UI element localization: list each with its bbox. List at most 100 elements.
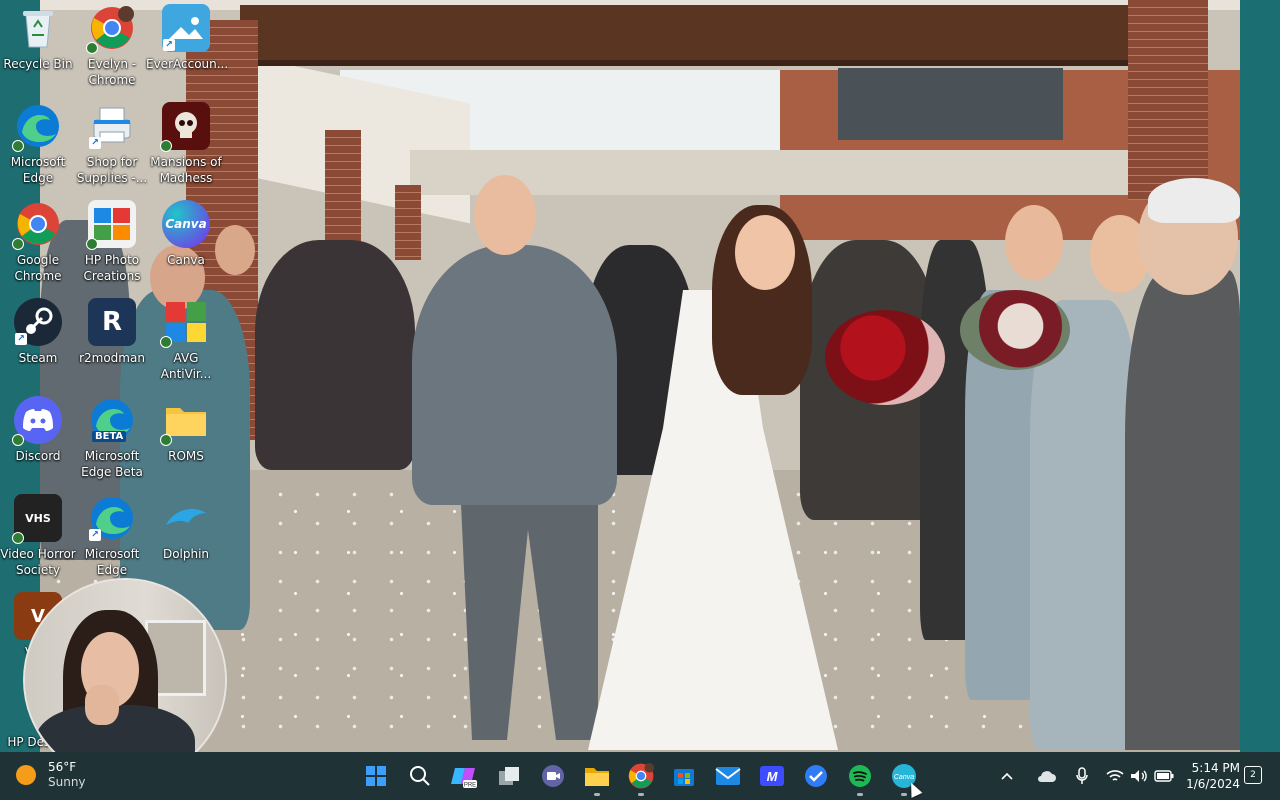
wallpaper-hair	[1148, 178, 1240, 223]
vhs-icon: VHS	[12, 494, 62, 544]
wallpaper-guest	[1125, 270, 1240, 750]
wallpaper-bouquet	[960, 290, 1070, 370]
meet-button[interactable]	[537, 760, 569, 792]
sync-status-icon	[12, 532, 24, 544]
clock[interactable]: 5:14 PM 1/6/2024	[1180, 760, 1240, 792]
battery-tray[interactable]	[1154, 752, 1174, 800]
checkmark-icon	[805, 765, 827, 787]
wallpaper-groom-jacket	[412, 245, 617, 505]
desktop-icon-roms-folder[interactable]: ROMS	[146, 396, 226, 464]
webcam-hand	[85, 685, 119, 725]
weather-temperature: 56°F	[48, 760, 77, 774]
desktop-icon-microsoft-edge-2[interactable]: ↗ Microsoft Edge	[72, 494, 152, 578]
weather-widget[interactable]: 56°F Sunny	[16, 760, 86, 790]
file-explorer-button[interactable]	[581, 760, 613, 796]
microphone-tray[interactable]	[1076, 752, 1088, 800]
running-indicator	[901, 793, 907, 796]
desktop-icon-microsoft-edge[interactable]: Microsoft Edge	[0, 102, 78, 186]
canva-icon: Canva	[162, 200, 210, 248]
copilot-button[interactable]: PRE	[448, 760, 480, 792]
dolphin-icon	[162, 494, 210, 542]
beta-badge: BETA	[92, 431, 127, 442]
shortcut-arrow-icon: ↗	[89, 137, 101, 149]
volume-icon	[1131, 770, 1147, 782]
avg-icon	[160, 298, 210, 348]
task-view-button[interactable]	[493, 760, 525, 792]
r2modman-icon: R	[88, 298, 136, 346]
sync-status-icon	[12, 238, 24, 250]
running-indicator	[857, 793, 863, 796]
running-indicator	[594, 793, 600, 796]
discord-icon	[12, 396, 62, 446]
sync-status-icon	[160, 434, 172, 446]
spotify-icon	[849, 765, 871, 787]
chrome-button[interactable]	[625, 760, 657, 796]
photo-icon	[86, 200, 136, 250]
chrome-icon	[628, 763, 654, 789]
desktop-icon-canva[interactable]: Canva Canva	[146, 200, 226, 268]
onedrive-tray[interactable]	[1036, 752, 1056, 800]
svg-text:Canva: Canva	[894, 774, 914, 781]
task-view-icon	[499, 767, 519, 785]
wifi-tray[interactable]	[1106, 752, 1124, 800]
sync-status-icon	[12, 434, 24, 446]
sun-icon	[16, 765, 36, 785]
folder-icon	[160, 396, 210, 446]
desktop-icon-evelyn-chrome[interactable]: Evelyn - Chrome	[72, 4, 152, 88]
steam-icon: ↗	[14, 298, 62, 346]
tray-overflow-chevron[interactable]	[1000, 752, 1014, 800]
spotify-button[interactable]	[844, 760, 876, 796]
chrome-icon	[12, 200, 62, 250]
desktop-icon-shop-for-supplies[interactable]: ↗ Shop for Supplies -...	[72, 102, 152, 186]
desktop-icon-r2modman[interactable]: R r2modman	[72, 298, 152, 366]
start-button[interactable]	[360, 760, 392, 792]
ms-app-button[interactable]: M	[756, 760, 788, 792]
search-icon	[410, 766, 430, 786]
windows-icon	[366, 766, 386, 786]
weather-condition: Sunny	[48, 775, 86, 789]
desktop-icon-video-horror-society[interactable]: VHS Video Horror Society	[0, 494, 78, 578]
sync-status-icon	[12, 140, 24, 152]
desktop-icon-hp-photo-creations[interactable]: HP Photo Creations	[72, 200, 152, 284]
desktop-icon-microsoft-edge-beta[interactable]: BETA Microsoft Edge Beta	[72, 396, 152, 480]
search-button[interactable]	[404, 760, 436, 792]
wallpaper-bouquet	[825, 310, 945, 405]
printer-icon: ↗	[88, 102, 136, 150]
desktop-icon-everaccount[interactable]: ↗ EverAccoun...	[146, 4, 228, 72]
svg-text:M: M	[767, 769, 779, 784]
wallpaper-crowd	[255, 240, 415, 470]
shortcut-arrow-icon: ↗	[15, 333, 27, 345]
wallpaper-window	[838, 68, 1063, 140]
chrome-icon	[86, 4, 136, 54]
desktop-icon-dolphin[interactable]: Dolphin	[146, 494, 226, 562]
chevron-up-icon	[1001, 772, 1013, 780]
everaccount-icon: ↗	[162, 4, 210, 52]
sync-status-icon	[86, 238, 98, 250]
desktop-icon-discord[interactable]: Discord	[0, 396, 78, 464]
store-icon	[674, 769, 694, 786]
desktop-icon-avg-antivirus[interactable]: AVG AntiVir...	[146, 298, 226, 382]
desktop-background-right	[1240, 0, 1280, 752]
desktop-icon-recycle-bin[interactable]: Recycle Bin	[0, 4, 78, 72]
edge-icon: ↗	[88, 494, 136, 542]
desktop-icon-google-chrome[interactable]: Google Chrome	[0, 200, 78, 284]
video-call-icon	[542, 765, 564, 787]
notification-count: 2	[1250, 770, 1256, 780]
wallpaper-pillar	[1128, 0, 1208, 200]
desktop-icon-mansions-of-madness[interactable]: Mansions of Madhess	[146, 102, 226, 186]
store-button[interactable]	[668, 760, 700, 792]
app-icon: M	[760, 766, 784, 786]
mail-button[interactable]	[712, 760, 744, 792]
recycle-bin-icon	[14, 4, 62, 52]
clock-date: 1/6/2024	[1186, 777, 1240, 791]
todo-button[interactable]	[800, 760, 832, 792]
volume-tray[interactable]	[1130, 752, 1148, 800]
sync-status-icon	[160, 336, 172, 348]
wallpaper-bride-face	[735, 215, 795, 290]
clock-time: 5:14 PM	[1191, 761, 1240, 775]
desktop-icon-steam[interactable]: ↗ Steam	[0, 298, 78, 366]
edge-beta-icon: BETA	[88, 396, 136, 444]
mail-icon	[715, 767, 741, 785]
notification-center-button[interactable]: 2	[1244, 766, 1262, 784]
edge-icon	[12, 102, 62, 152]
